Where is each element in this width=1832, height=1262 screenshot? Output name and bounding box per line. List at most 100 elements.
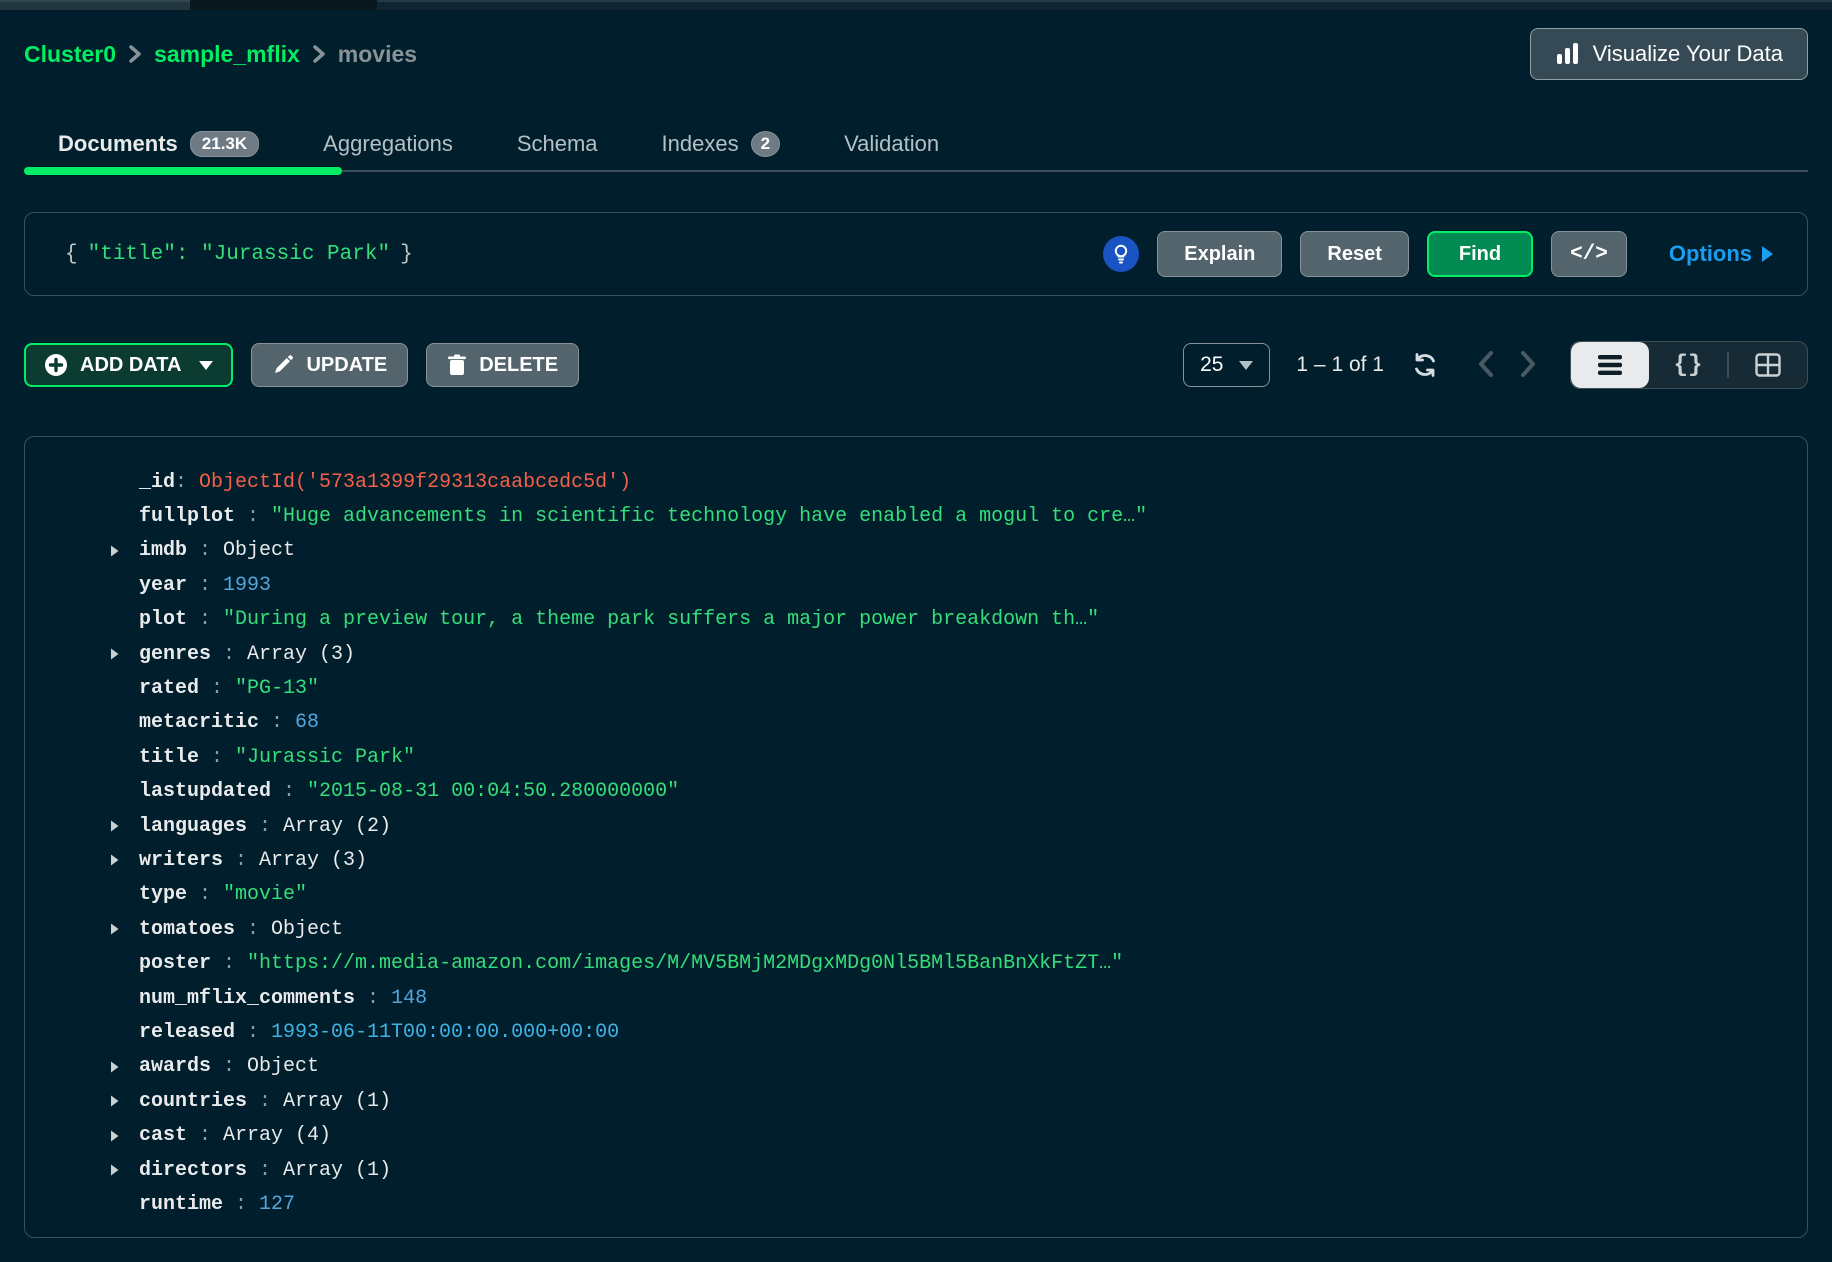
expand-caret-icon[interactable] [109,647,139,661]
field-key: title [139,746,199,769]
field-separator: : [187,883,223,906]
refresh-button[interactable] [1410,350,1440,380]
lightbulb-icon[interactable] [1103,236,1139,272]
field-key: plot [139,608,187,631]
find-button[interactable]: Find [1427,231,1533,277]
field-value: 1993 [223,574,271,597]
document-field-row: poster : "https://m.media-amazon.com/ima… [109,946,1787,980]
header-row: Cluster0 sample_mflix movies Visualize Y… [24,28,1808,80]
tab-aggregations[interactable]: Aggregations [323,118,453,170]
expand-caret-icon[interactable] [109,1163,139,1177]
field-key: year [139,574,187,597]
expand-caret-icon [109,716,139,730]
export-to-code-button[interactable]: </> [1551,231,1627,277]
field-separator: : [223,1193,259,1216]
breadcrumb-collection-current: movies [338,41,417,68]
expand-caret-icon [109,785,139,799]
tab-label: Validation [844,131,939,157]
field-value: Array (3) [259,849,367,872]
add-data-label: ADD DATA [80,354,181,377]
query-close-brace: } [400,243,413,266]
field-value: Object [247,1055,319,1078]
visualize-your-data-button[interactable]: Visualize Your Data [1530,28,1808,80]
window-top-strip [0,0,1832,10]
field-value: "PG-13" [235,677,319,700]
expand-caret-icon[interactable] [109,1129,139,1143]
field-value: 148 [391,987,427,1010]
tab-validation[interactable]: Validation [844,118,939,170]
query-input[interactable]: { "title": "Jurassic Park" } [65,243,413,266]
field-separator: : [247,1090,283,1113]
tab-documents[interactable]: Documents 21.3K [58,118,259,170]
expand-caret-icon[interactable] [109,922,139,936]
document-field-row: lastupdated : "2015-08-31 00:04:50.28000… [109,775,1787,809]
document-field-row: directors : Array (1) [109,1153,1787,1187]
field-separator: : [187,539,223,562]
field-separator: : [271,780,307,803]
options-label: Options [1669,241,1752,267]
list-view-button[interactable] [1571,342,1649,388]
tab-schema[interactable]: Schema [517,118,598,170]
expand-caret-icon[interactable] [109,1060,139,1074]
window-tab-gap [190,0,377,10]
json-view-button[interactable]: {} [1649,342,1727,388]
list-view-icon [1597,354,1623,376]
expand-caret-icon[interactable] [109,1094,139,1108]
expand-caret-icon[interactable] [109,853,139,867]
field-key: fullplot [139,505,235,528]
tab-indexes[interactable]: Indexes 2 [662,118,781,170]
field-key: languages [139,815,247,838]
document-field-row: released : 1993-06-11T00:00:00.000+00:00 [109,1015,1787,1049]
table-view-button[interactable] [1729,342,1807,388]
field-separator: : [259,711,295,734]
expand-caret-icon[interactable] [109,544,139,558]
documents-toolbar: ADD DATA UPDATE [24,342,1808,388]
update-button[interactable]: UPDATE [251,343,408,387]
next-page-button[interactable] [1518,349,1538,382]
field-value: "During a preview tour, a theme park suf… [223,608,1099,631]
page-size-select[interactable]: 25 [1183,343,1270,387]
field-key: lastupdated [139,780,271,803]
reset-button[interactable]: Reset [1300,231,1408,277]
field-value: 127 [259,1193,295,1216]
delete-button[interactable]: DELETE [426,343,579,387]
field-value: Array (2) [283,815,391,838]
document-card[interactable]: _id : ObjectId('573a1399f29313caabcedc5d… [24,436,1808,1238]
document-field-row: title : "Jurassic Park" [109,740,1787,774]
field-value: "Jurassic Park" [235,746,415,769]
breadcrumb-chevron-icon [128,44,142,64]
options-button[interactable]: Options [1669,241,1773,267]
refresh-icon [1410,350,1440,380]
field-key: num_mflix_comments [139,987,355,1010]
document-field-row: year : 1993 [109,568,1787,602]
field-separator: : [235,918,271,941]
document-field-row: runtime : 127 [109,1187,1787,1221]
field-separator: : [355,987,391,1010]
pencil-icon [272,354,294,376]
add-data-button[interactable]: ADD DATA [24,343,233,387]
breadcrumb-chevron-icon [312,44,326,64]
table-view-icon [1755,353,1781,377]
toolbar-right: 25 1 – 1 of 1 [1183,341,1808,389]
expand-caret-icon [109,888,139,902]
expand-caret-icon [109,957,139,971]
previous-page-button[interactable] [1476,349,1496,382]
breadcrumb-database-link[interactable]: sample_mflix [154,41,300,68]
expand-caret-icon[interactable] [109,819,139,833]
page-size-value: 25 [1200,353,1223,377]
document-field-row: type : "movie" [109,878,1787,912]
field-separator: : [187,1124,223,1147]
explain-button[interactable]: Explain [1157,231,1282,277]
breadcrumb: Cluster0 sample_mflix movies [24,41,417,68]
query-bar: { "title": "Jurassic Park" } Explain Res… [24,212,1808,296]
collection-page: Cluster0 sample_mflix movies Visualize Y… [0,28,1832,1238]
field-value: 68 [295,711,319,734]
breadcrumb-cluster-link[interactable]: Cluster0 [24,41,116,68]
document-field-row: genres : Array (3) [109,637,1787,671]
field-separator: : [211,952,247,975]
documents-count-badge: 21.3K [190,131,259,157]
field-separator: : [211,643,247,666]
document-field-row: _id : ObjectId('573a1399f29313caabcedc5d… [109,465,1787,499]
expand-caret-icon [109,750,139,764]
view-switcher: {} [1570,341,1808,389]
